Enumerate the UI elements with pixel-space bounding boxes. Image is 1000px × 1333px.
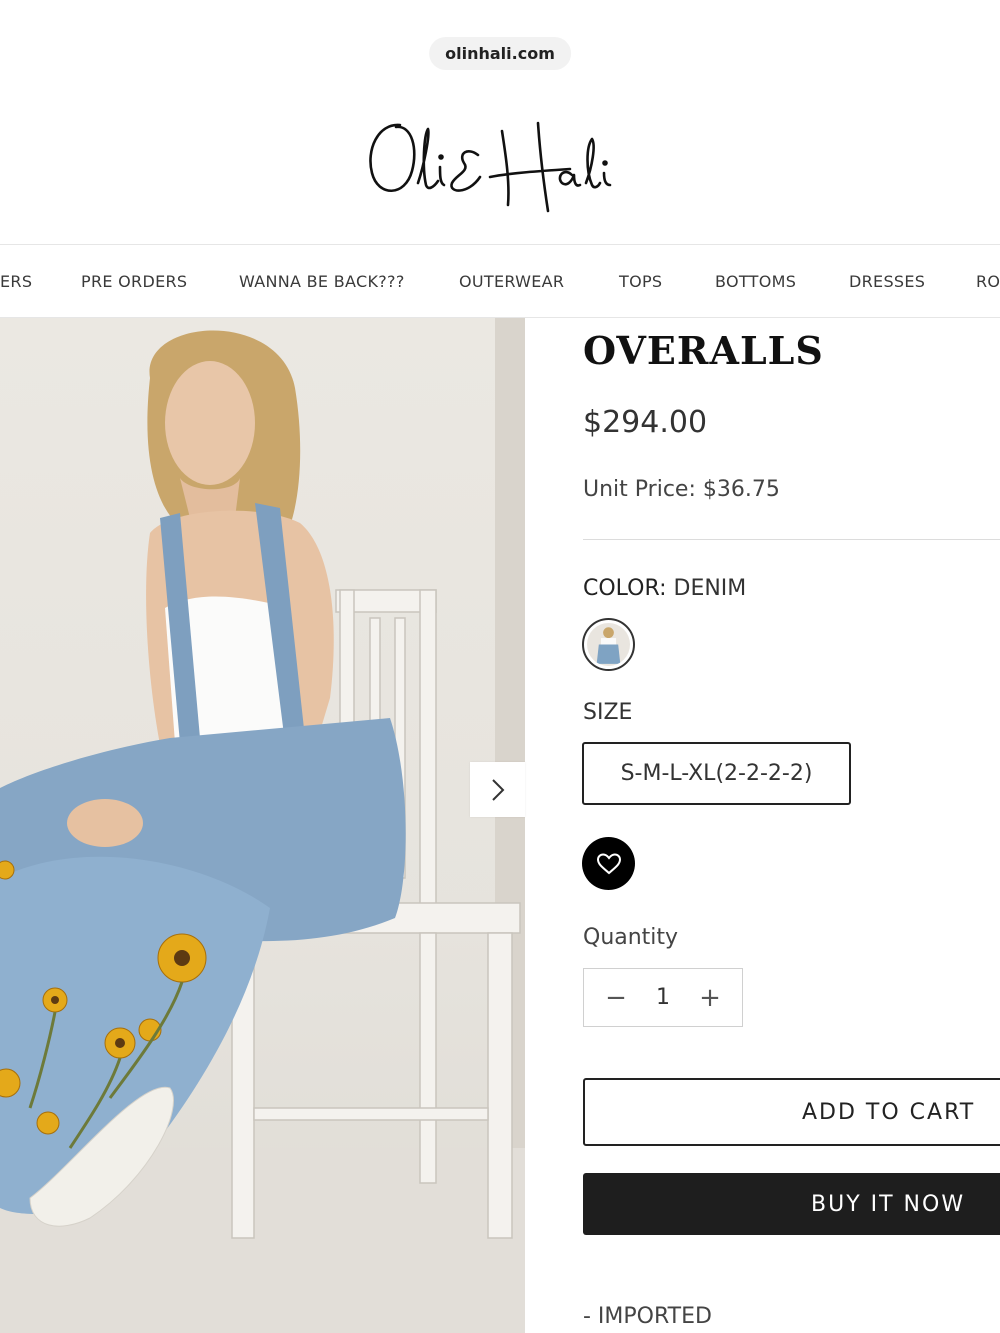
nav-item-pre-orders[interactable]: PRE ORDERS bbox=[81, 272, 187, 291]
unit-price: Unit Price: $36.75 bbox=[583, 477, 780, 502]
nav-item-rompers[interactable]: RO bbox=[976, 272, 1000, 291]
nav-item-tops[interactable]: TOPS bbox=[619, 272, 662, 291]
quantity-increase-button[interactable]: + bbox=[698, 983, 722, 1013]
quantity-stepper: − 1 + bbox=[583, 968, 743, 1027]
product-photo-illustration bbox=[0, 318, 525, 1333]
nav-item-outerwear[interactable]: OUTERWEAR bbox=[459, 272, 564, 291]
color-label-key: COLOR: bbox=[583, 576, 667, 601]
add-to-cart-button[interactable]: ADD TO CART bbox=[583, 1078, 1000, 1146]
quantity-label: Quantity bbox=[583, 925, 679, 950]
size-option[interactable]: S-M-L-XL(2-2-2-2) bbox=[582, 742, 851, 805]
color-label-value: DENIM bbox=[673, 576, 747, 601]
product-detail-imported: - IMPORTED bbox=[583, 1304, 712, 1329]
heart-icon bbox=[596, 852, 621, 874]
brand-logo[interactable] bbox=[360, 105, 640, 215]
product-title: OVERALLS bbox=[583, 328, 824, 373]
swatch-thumbnail bbox=[587, 623, 630, 666]
size-label: SIZE bbox=[583, 700, 633, 725]
quantity-decrease-button[interactable]: − bbox=[604, 983, 628, 1013]
main-nav: ERS PRE ORDERS WANNA BE BACK??? OUTERWEA… bbox=[0, 244, 1000, 318]
chevron-right-icon bbox=[491, 778, 504, 801]
nav-item-orders[interactable]: ERS bbox=[0, 272, 32, 291]
nav-item-dresses[interactable]: DRESSES bbox=[849, 272, 925, 291]
nav-item-wanna-be-back[interactable]: WANNA BE BACK??? bbox=[239, 272, 405, 291]
color-swatch-denim[interactable] bbox=[582, 618, 635, 671]
divider bbox=[583, 539, 1000, 540]
wishlist-button[interactable] bbox=[582, 837, 635, 890]
product-price: $294.00 bbox=[583, 405, 708, 440]
color-label: COLOR: DENIM bbox=[583, 576, 746, 601]
brand-logo-mark bbox=[369, 121, 612, 213]
product-image bbox=[0, 318, 525, 1333]
nav-item-bottoms[interactable]: BOTTOMS bbox=[715, 272, 796, 291]
quantity-input[interactable]: 1 bbox=[656, 985, 670, 1010]
gallery-next-button[interactable] bbox=[470, 762, 525, 817]
buy-it-now-button[interactable]: BUY IT NOW bbox=[583, 1173, 1000, 1235]
url-pill[interactable]: olinhali.com bbox=[429, 37, 571, 70]
